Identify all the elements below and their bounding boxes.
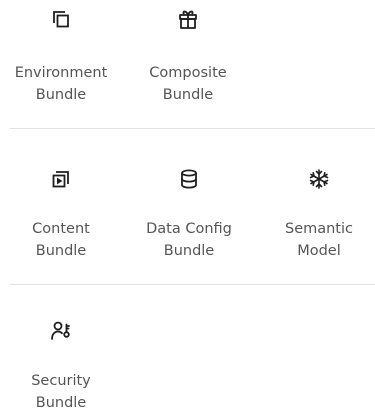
tile-data-config-label: Data Config Bundle: [146, 221, 232, 259]
tile-semantic-label: Semantic Model: [284, 221, 353, 259]
gift-icon: [177, 8, 199, 30]
section-divider: [10, 128, 375, 129]
tile-composite-label: Composite Bundle: [149, 65, 227, 103]
database-icon: [178, 168, 200, 190]
tile-security-label: Security Bundle: [31, 373, 91, 411]
tile-content-label: Content Bundle: [32, 221, 90, 259]
user-key-icon: [50, 320, 72, 342]
content-icon: [50, 168, 72, 190]
snowflake-icon: [308, 168, 330, 190]
tile-environment-label: Environment Bundle: [14, 65, 108, 103]
section-divider: [10, 284, 375, 285]
copy-icon: [50, 8, 72, 30]
